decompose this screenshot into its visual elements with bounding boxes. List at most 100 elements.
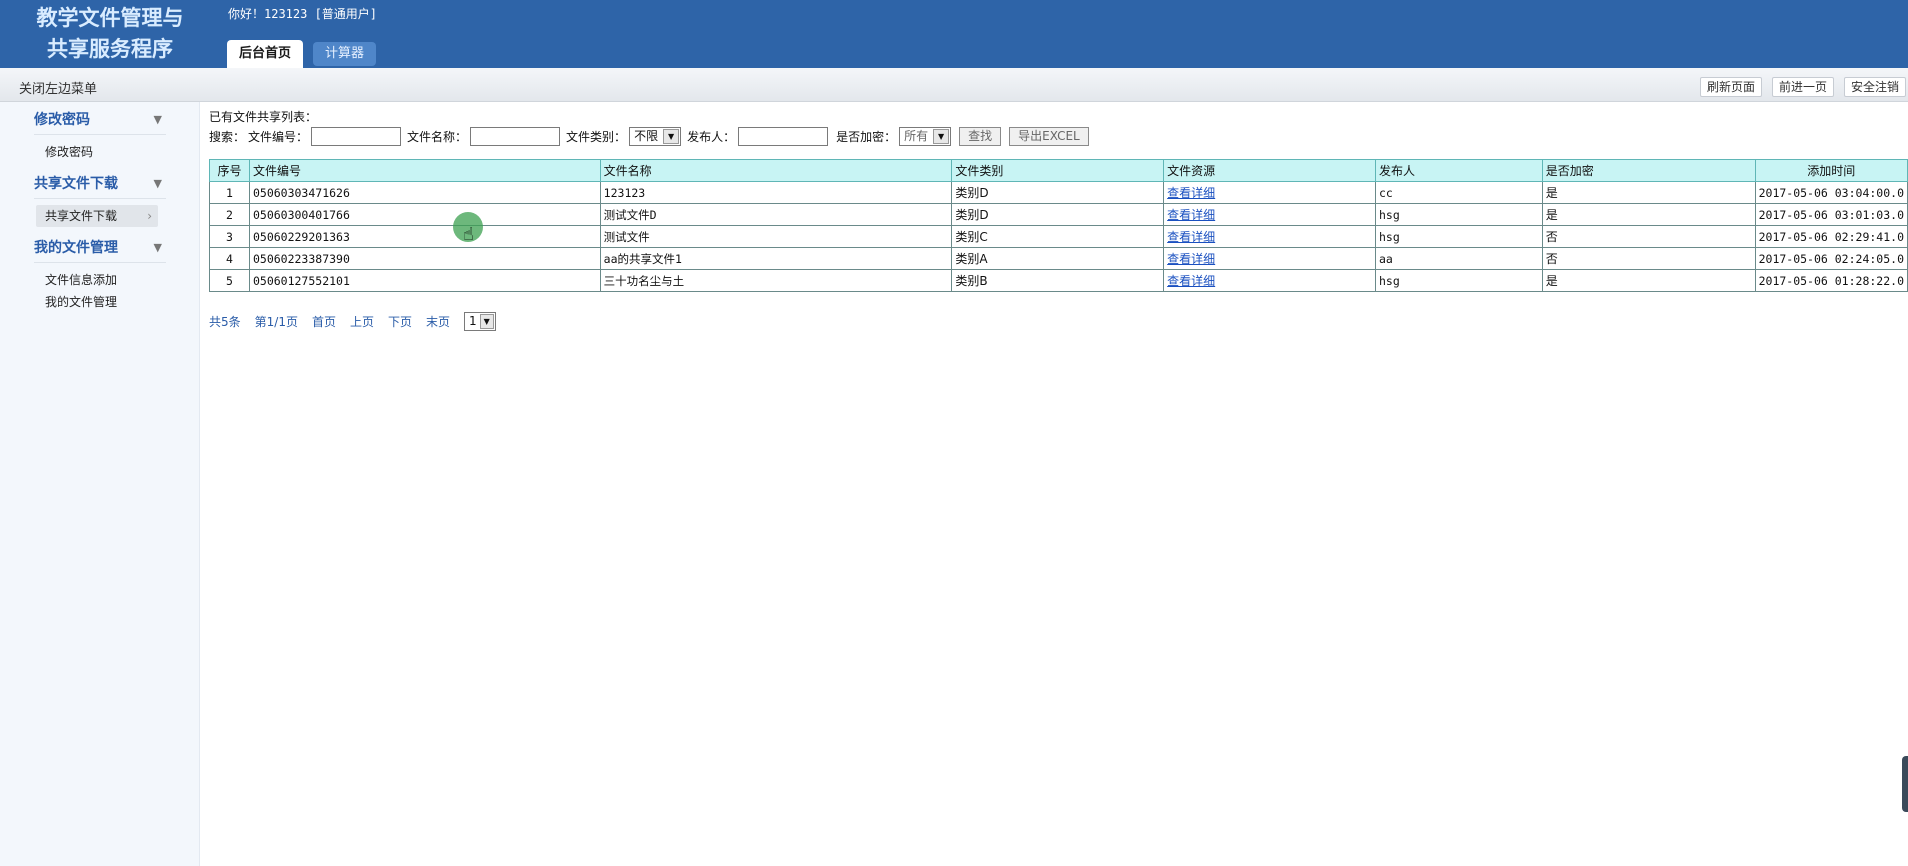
export-excel-button[interactable]: 导出EXCEL: [1009, 126, 1089, 146]
file-code-label: 文件编号：: [248, 129, 309, 144]
cell-file-type: 类别A: [951, 247, 1165, 270]
table-row: 5 05060127552101 三十功名尘与土 类别B 查看详细 hsg 是 …: [209, 269, 1908, 292]
cell-encrypted: 是: [1541, 269, 1756, 292]
menu-title-label: 修改密码: [34, 112, 90, 128]
pager-page-indicator: 第1/1页: [254, 315, 298, 329]
cell-file-resource: 查看详细: [1163, 225, 1376, 248]
menu-title-my-files[interactable]: 我的文件管理 ▼: [34, 233, 166, 263]
column-header: 文件类别: [951, 159, 1165, 182]
list-caption: 已有文件共享列表：: [209, 110, 318, 124]
menu-items-my-files: 文件信息添加 我的文件管理: [34, 263, 166, 319]
cell-added-time: 2017-05-06 01:28:22.0: [1754, 269, 1908, 292]
search-form: 搜索： 文件编号： 文件名称： 文件类别： 不限 ▼ 发布人： 是否加密： 所有…: [209, 124, 1089, 148]
view-details-link[interactable]: 查看详细: [1167, 252, 1215, 266]
brand-line-2: 共享服务程序: [47, 36, 173, 61]
cell-file-resource: 查看详细: [1163, 203, 1376, 226]
cell-encrypted: 否: [1541, 225, 1756, 248]
triangle-down-icon: ▼: [153, 113, 162, 126]
cell-file-code: 05060223387390: [248, 247, 601, 270]
cell-file-code: 05060303471626: [248, 181, 601, 204]
cell-file-name: 测试文件D: [599, 203, 953, 226]
user-greeting: 你好！123123 [普通用户]: [228, 7, 378, 21]
cell-file-code: 05060229201363: [248, 225, 601, 248]
column-header: 是否加密: [1541, 159, 1756, 182]
sidebar-item-add-file[interactable]: 文件信息添加: [34, 269, 166, 291]
tab-home[interactable]: 后台首页: [227, 40, 304, 68]
pager-first-link[interactable]: 首页: [312, 313, 336, 330]
encrypted-select[interactable]: 所有 ▼: [899, 126, 952, 146]
column-header: 文件名称: [599, 159, 953, 182]
view-details-link[interactable]: 查看详细: [1167, 274, 1215, 288]
chevron-right-icon: ›: [147, 209, 152, 223]
triangle-down-icon: ▼: [153, 241, 162, 254]
sidebar-item-shared-download[interactable]: 共享文件下载 ›: [36, 205, 158, 227]
cell-file-resource: 查看详细: [1163, 269, 1376, 292]
cell-file-type: 类别B: [951, 269, 1165, 292]
cell-file-name: 123123: [599, 181, 953, 204]
view-details-link[interactable]: 查看详细: [1167, 208, 1215, 222]
refresh-button[interactable]: 刷新页面: [1699, 77, 1762, 97]
cell-publisher: aa: [1374, 247, 1543, 270]
page-select[interactable]: 1 ▼: [464, 312, 496, 331]
forward-button[interactable]: 前进一页: [1771, 77, 1834, 97]
cell-index: 1: [209, 181, 250, 204]
cell-publisher: hsg: [1374, 203, 1543, 226]
cell-file-type: 类别D: [951, 181, 1165, 204]
page-select-value: 1: [469, 314, 477, 328]
cell-file-name: 三十功名尘与土: [599, 269, 953, 292]
cell-file-name: 测试文件: [599, 225, 953, 248]
sidebar: 修改密码 ▼ 修改密码 共享文件下载 ▼ 共享文件下载 › 我的文件管理 ▼ 文…: [0, 102, 200, 866]
menu-group-password: 修改密码 ▼ 修改密码: [34, 105, 166, 169]
top-tabs: 后台首页 计算器: [227, 40, 377, 68]
file-code-input[interactable]: [311, 126, 402, 146]
column-header: 发布人: [1374, 159, 1543, 182]
pager-total: 共5条: [209, 315, 241, 329]
cell-encrypted: 是: [1541, 181, 1756, 204]
cell-encrypted: 否: [1541, 247, 1756, 270]
sidebar-item-my-files[interactable]: 我的文件管理: [34, 291, 166, 313]
menu-title-shared-download[interactable]: 共享文件下载 ▼: [34, 169, 166, 199]
top-header: 教学文件管理与 共享服务程序 你好！123123 [普通用户] 后台首页 计算器: [0, 0, 1908, 68]
menu-items-password: 修改密码: [34, 135, 166, 169]
cell-added-time: 2017-05-06 03:04:00.0: [1754, 181, 1908, 204]
cell-index: 5: [209, 269, 250, 292]
caret-down-icon: ▼: [933, 128, 950, 144]
tab-calculator[interactable]: 计算器: [313, 42, 377, 66]
cell-publisher: hsg: [1374, 269, 1543, 292]
column-header: 序号: [209, 159, 250, 182]
cell-file-code: 05060127552101: [248, 269, 601, 292]
view-details-link[interactable]: 查看详细: [1167, 186, 1215, 200]
triangle-down-icon: ▼: [153, 177, 162, 190]
cell-file-resource: 查看详细: [1163, 181, 1376, 204]
search-label: 搜索：: [209, 129, 246, 144]
pager-prev-link[interactable]: 上页: [350, 313, 374, 330]
table-header-row: 序号 文件编号 文件名称 文件类别 文件资源 发布人 是否加密 添加时间: [209, 159, 1908, 182]
cell-index: 2: [209, 203, 250, 226]
cell-index: 3: [209, 225, 250, 248]
brand-line-1: 教学文件管理与: [36, 5, 184, 30]
cell-added-time: 2017-05-06 02:24:05.0: [1754, 247, 1908, 270]
toggle-left-menu-link[interactable]: 关闭左边菜单: [19, 78, 97, 97]
menu-title-password[interactable]: 修改密码 ▼: [34, 105, 166, 135]
hand-pointer-icon: ☝: [463, 224, 474, 245]
publisher-input[interactable]: [738, 126, 829, 146]
cell-file-type: 类别C: [951, 225, 1165, 248]
pager-last-link[interactable]: 末页: [426, 313, 450, 330]
edge-handle[interactable]: [1902, 756, 1908, 812]
toolbar: 关闭左边菜单 刷新页面 前进一页 安全注销: [0, 68, 1908, 102]
pager-next-link[interactable]: 下页: [388, 313, 412, 330]
cell-file-type: 类别D: [951, 203, 1165, 226]
find-button[interactable]: 查找: [959, 126, 1002, 146]
menu-title-label: 我的文件管理: [34, 240, 118, 256]
file-name-input[interactable]: [470, 126, 561, 146]
app-brand: 教学文件管理与 共享服务程序: [12, 0, 208, 68]
file-type-select[interactable]: 不限 ▼: [629, 126, 682, 146]
cell-file-resource: 查看详细: [1163, 247, 1376, 270]
table-row: 4 05060223387390 aa的共享文件1 类别A 查看详细 aa 否 …: [209, 247, 1908, 270]
sidebar-item-change-password[interactable]: 修改密码: [34, 141, 166, 163]
logout-button[interactable]: 安全注销: [1843, 77, 1906, 97]
cell-file-name: aa的共享文件1: [599, 247, 953, 270]
cell-publisher: hsg: [1374, 225, 1543, 248]
view-details-link[interactable]: 查看详细: [1167, 230, 1215, 244]
cell-encrypted: 是: [1541, 203, 1756, 226]
